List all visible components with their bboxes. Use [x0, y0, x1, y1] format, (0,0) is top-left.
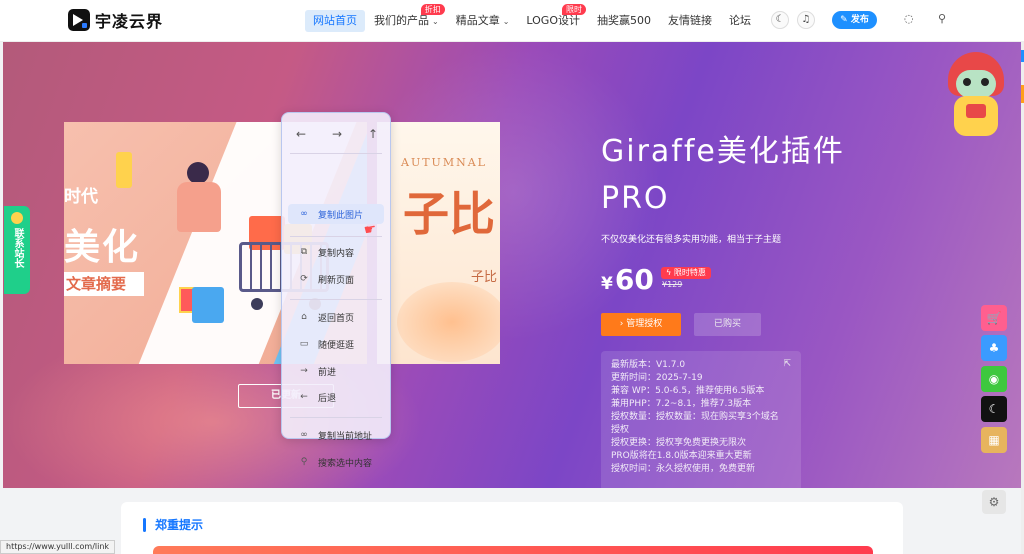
nav-item-articles[interactable]: 精品文章 ⌄ — [448, 10, 518, 32]
notice-title: 郑重提示 — [155, 518, 204, 532]
hand-cursor-icon: ☛ — [362, 221, 378, 239]
main-nav: 网站首页 我们的产品 ⌄ 折扣 精品文章 ⌄ LOGO设计 限时 抽奖赢500 友情链接… — [305, 0, 760, 42]
notice-panel: 郑重提示 — [121, 502, 903, 554]
site-header: 宇凌云界 网站首页 我们的产品 ⌄ 折扣 精品文章 ⌄ LOGO设计 限时 抽奖赢500… — [0, 0, 1024, 42]
publish-button[interactable]: ✎ 发布 — [832, 11, 877, 29]
smile-icon — [11, 212, 23, 224]
arrow-left-icon: ← — [300, 392, 308, 402]
nav-item-products[interactable]: 我们的产品 ⌄ 折扣 — [366, 4, 447, 32]
promo-badge: ϟ 限时特惠 — [661, 267, 711, 279]
logo-text: 宇凌云界 — [95, 12, 164, 31]
nav-item-forum[interactable]: 论坛 — [721, 10, 759, 32]
info-license-time: 授权时间：永久授权使用，免费更新 — [611, 464, 756, 474]
chevron-down-icon: ⌄ — [502, 17, 510, 26]
bottle-illustration — [116, 152, 132, 188]
product-info-box: ⇱ 最新版本：V1.7.0 更新时间：2025-7-19 兼容 WP：5.0-6… — [601, 351, 801, 488]
menu-home[interactable]: ⌂ 返回首页 — [288, 307, 384, 327]
bag-illustration — [192, 287, 224, 323]
bulb-icon[interactable]: ◌ — [904, 12, 914, 25]
external-link-icon[interactable]: ⇱ — [783, 359, 791, 369]
status-bar-url: https://www.yulll.com/link — [0, 540, 116, 554]
arrow-up-icon[interactable]: ↑ — [368, 127, 378, 141]
cart-icon[interactable]: 🛒 — [981, 305, 1007, 331]
gallery-text-small: 子比 — [471, 270, 498, 285]
pencil-icon: ✎ — [840, 15, 851, 25]
nav-item-friend-links[interactable]: 友情链接 — [660, 10, 720, 32]
search-icon[interactable]: ⚲ — [938, 12, 946, 25]
contact-admin-tab[interactable]: 联系站长 — [4, 206, 30, 294]
gear-icon[interactable]: ⚙ — [982, 490, 1006, 514]
copy-icon: ⧉ — [300, 247, 308, 257]
moon-icon[interactable]: ☾ — [981, 396, 1007, 422]
nav-item-logo-design[interactable]: LOGO设计 限时 — [518, 4, 588, 32]
menu-search-selection[interactable]: ⚲ 搜索选中内容 — [288, 452, 384, 472]
manage-license-button[interactable]: › 管理授权 — [601, 313, 681, 336]
arrow-right-icon: → — [300, 366, 308, 376]
info-license-change: 授权更换：授权享免费更换无限次 — [611, 438, 747, 448]
context-nav-arrows: ← → ↑ — [296, 127, 378, 141]
shopper-illustration — [169, 162, 229, 242]
info-license-count: 授权数量：授权数量：现在购买享3个域名 — [611, 412, 779, 422]
cover-text-beautify: 美化 — [64, 227, 141, 268]
info-wp-compat: 兼容 WP：5.0-6.5，推荐使用6.5版本 — [611, 386, 765, 396]
moon-icon[interactable]: ☾ — [771, 11, 789, 29]
cover-text-summary: 文章摘要 — [64, 272, 144, 296]
chevron-down-icon: ⌄ — [432, 17, 439, 26]
gamepad-icon: ▭ — [299, 339, 309, 349]
info-updated: 更新时间：2025-7-19 — [611, 373, 703, 383]
search-icon: ⚲ — [300, 457, 308, 467]
gallery-text-big: 子比 — [403, 187, 495, 241]
home-icon: ⌂ — [301, 312, 307, 322]
product-hero: 时代 美化 文章摘要 AUTUMNAL 子比 子比 已更新 Giraffe美化插… — [3, 42, 1021, 488]
menu-copy-content[interactable]: ⧉ 复制内容 — [288, 242, 384, 262]
product-subtitle: 不仅仅美化还有很多实用功能，相当于子主题 — [601, 235, 782, 245]
cover-text-era: 时代 — [64, 187, 98, 207]
nav-badge-discount: 折扣 — [420, 4, 445, 15]
nav-item-lottery[interactable]: 抽奖赢500 — [589, 10, 659, 32]
menu-forward[interactable]: → 前进 — [288, 361, 384, 381]
lightning-icon: ϟ — [666, 268, 674, 277]
nav-badge-limited: 限时 — [561, 4, 586, 15]
qrcode-icon[interactable]: ▦ — [981, 427, 1007, 453]
arrow-back-icon[interactable]: ← — [296, 127, 306, 141]
product-title: Giraffe美化插件PRO — [601, 134, 845, 216]
nav-item-home[interactable]: 网站首页 — [305, 10, 365, 32]
info-license-count-cont: 授权 — [611, 425, 630, 435]
link-icon: ∞ — [300, 430, 308, 440]
qq-icon[interactable]: ♣ — [981, 335, 1007, 361]
product-price: ¥60 — [601, 263, 654, 296]
info-version: 最新版本：V1.7.0 — [611, 360, 686, 370]
wechat-icon[interactable]: ◉ — [981, 366, 1007, 392]
notice-banner — [153, 546, 873, 554]
arrow-forward-icon[interactable]: → — [332, 127, 342, 141]
context-menu: ← → ↑ ∞ 复制此图片 ⧉ 复制内容 ⟳ 刷新页面 ⌂ 返回首页 ▭ 随便逛逛 → 前进… — [281, 112, 391, 469]
gallery-text-autumnal: AUTUMNAL — [401, 156, 487, 169]
site-logo[interactable]: 宇凌云界 — [68, 8, 163, 32]
logo-mark-icon — [68, 9, 90, 31]
link-icon: ∞ — [300, 209, 308, 219]
menu-random[interactable]: ▭ 随便逛逛 — [288, 334, 384, 354]
original-price: ¥129 — [662, 280, 683, 289]
menu-back[interactable]: ← 后退 — [288, 387, 384, 407]
info-pro-update: PRO版将在1.8.0版本迎来重大更新 — [611, 451, 752, 461]
product-gallery-image[interactable]: AUTUMNAL 子比 子比 — [377, 122, 500, 364]
refresh-icon: ⟳ — [300, 274, 308, 284]
purchased-button[interactable]: 已购买 — [694, 313, 761, 336]
mascot-lion-illustration[interactable] — [942, 52, 1010, 142]
bell-icon[interactable]: ♫ — [797, 11, 815, 29]
info-php-compat: 兼用PHP：7.2~8.1，推荐7.3版本 — [611, 399, 752, 409]
menu-copy-url[interactable]: ∞ 复制当前地址 — [288, 425, 384, 445]
menu-refresh[interactable]: ⟳ 刷新页面 — [288, 269, 384, 289]
